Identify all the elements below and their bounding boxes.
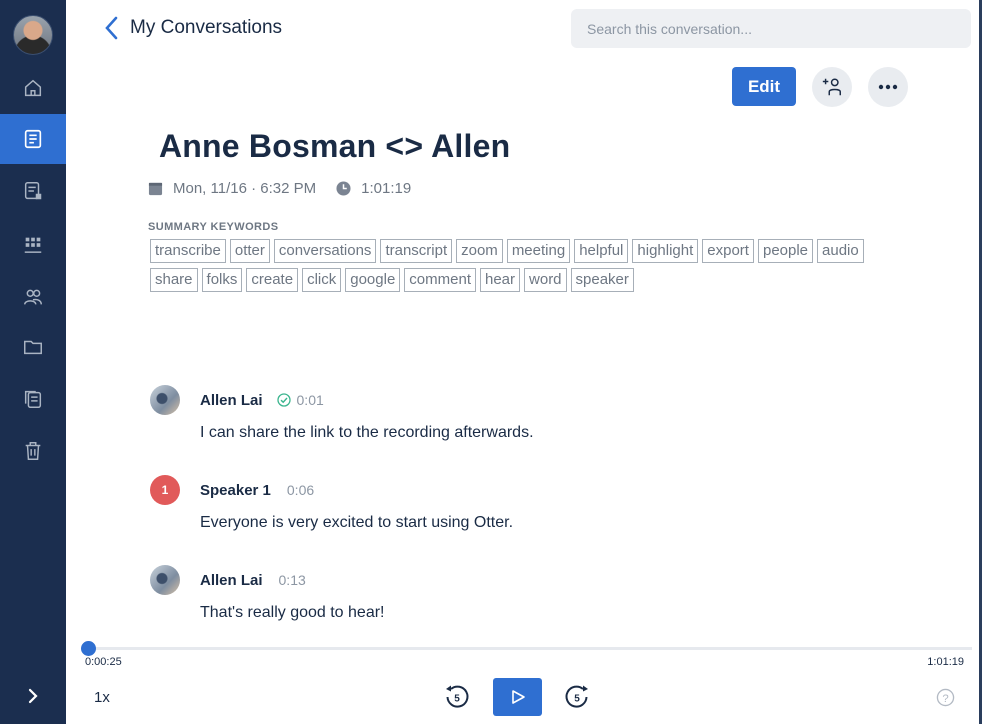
keyword-tag[interactable]: people bbox=[757, 239, 814, 263]
keyword-tag[interactable]: folks bbox=[201, 268, 243, 292]
keyword-tag[interactable]: create bbox=[246, 268, 299, 292]
keyword-tag[interactable]: google bbox=[345, 268, 401, 292]
groups-icon bbox=[24, 289, 42, 305]
keyword-tag[interactable]: speaker bbox=[570, 268, 634, 292]
conversations-icon bbox=[24, 129, 42, 149]
progress-handle[interactable] bbox=[81, 641, 97, 656]
sidebar-item-shared[interactable] bbox=[0, 374, 66, 424]
sidebar-item-trash[interactable] bbox=[0, 426, 66, 476]
forward-seconds: 5 bbox=[574, 694, 580, 705]
chevron-left-icon bbox=[105, 16, 118, 40]
keyword-tag[interactable]: transcript bbox=[380, 239, 453, 263]
sidebar-item-groups[interactable] bbox=[0, 272, 66, 322]
keyword-tag[interactable]: export bbox=[702, 239, 754, 263]
playback-speed-button[interactable]: 1x bbox=[94, 689, 110, 706]
edit-button[interactable]: Edit bbox=[732, 67, 796, 106]
paragraph-header: Allen Lai 0:01 bbox=[150, 385, 930, 415]
keyword-tag[interactable]: comment bbox=[404, 268, 476, 292]
keyword-tag[interactable]: conversations bbox=[273, 239, 377, 263]
sidebar-item-folders[interactable] bbox=[0, 322, 66, 372]
sidebar-expand-button[interactable] bbox=[0, 674, 66, 718]
keyword-tag[interactable]: audio bbox=[817, 239, 864, 263]
play-button[interactable] bbox=[493, 678, 542, 716]
paragraph-timestamp[interactable]: 0:06 bbox=[287, 482, 314, 498]
keyword-tag[interactable]: word bbox=[524, 268, 567, 292]
keyword-tag[interactable]: zoom bbox=[456, 239, 503, 263]
current-time: 0:00:25 bbox=[85, 656, 122, 668]
keyword-tag[interactable]: otter bbox=[229, 239, 270, 263]
keyword-tag[interactable]: transcribe bbox=[150, 239, 226, 263]
speaker-avatar[interactable] bbox=[150, 565, 180, 595]
rewind-5-icon[interactable]: 5 bbox=[444, 684, 470, 710]
keyword-tag[interactable]: click bbox=[302, 268, 342, 292]
help-icon[interactable]: ? bbox=[936, 688, 955, 707]
rewind-seconds: 5 bbox=[454, 694, 460, 705]
trash-icon bbox=[25, 442, 41, 460]
total-time: 1:01:19 bbox=[927, 656, 964, 668]
chevron-right-icon bbox=[28, 688, 38, 704]
add-person-icon bbox=[822, 78, 841, 96]
speaker-name[interactable]: Allen Lai bbox=[200, 392, 263, 409]
paragraph-header: Allen Lai 0:13 bbox=[150, 565, 930, 595]
keyword-tag[interactable]: hear bbox=[479, 268, 521, 292]
forward-5-icon[interactable]: 5 bbox=[564, 684, 590, 710]
apps-icon bbox=[24, 237, 42, 253]
paragraph-timestamp[interactable]: 0:01 bbox=[297, 392, 324, 408]
user-avatar[interactable] bbox=[13, 15, 53, 55]
sidebar-item-conversations[interactable] bbox=[0, 114, 66, 164]
paragraph-timestamp[interactable]: 0:13 bbox=[279, 572, 306, 588]
back-to-conversations[interactable]: My Conversations bbox=[104, 14, 282, 42]
calendar-icon bbox=[148, 182, 163, 196]
keyword-tag[interactable]: share bbox=[150, 268, 198, 292]
search-input[interactable] bbox=[571, 9, 971, 48]
my-notes-icon bbox=[24, 182, 42, 200]
paragraph-header: 1 Speaker 1 0:06 bbox=[150, 475, 930, 505]
clock-icon bbox=[336, 181, 351, 196]
svg-text:?: ? bbox=[942, 693, 948, 705]
summary-keywords-heading: SUMMARY KEYWORDS bbox=[148, 221, 279, 233]
folder-icon bbox=[24, 340, 42, 355]
paragraph-text[interactable]: That's really good to hear! bbox=[200, 604, 930, 622]
speaker-name[interactable]: Allen Lai bbox=[200, 572, 263, 589]
home-icon bbox=[24, 79, 42, 97]
conversation-duration: 1:01:19 bbox=[361, 180, 412, 197]
paragraph-text[interactable]: I can share the link to the recording af… bbox=[200, 424, 930, 442]
play-icon bbox=[511, 690, 525, 704]
summary-keywords: transcribe otter conversations transcript zo… bbox=[150, 239, 910, 292]
speaker-avatar[interactable] bbox=[150, 385, 180, 415]
conversation-date: Mon, 11/16 · 6:32 PM bbox=[173, 180, 317, 197]
sidebar-item-my-notes[interactable] bbox=[0, 166, 66, 216]
keyword-tag[interactable]: highlight bbox=[632, 239, 699, 263]
transcript-paragraph[interactable]: Allen Lai 0:01 I can share the link to the… bbox=[150, 385, 930, 442]
conversation-title: Anne Bosman <> Allen bbox=[159, 128, 511, 164]
keyword-tag[interactable]: helpful bbox=[574, 239, 629, 263]
add-collaborator-button[interactable] bbox=[812, 67, 852, 107]
more-options-button[interactable] bbox=[868, 67, 908, 107]
transcript-paragraph[interactable]: 1 Speaker 1 0:06 Everyone is very excited t… bbox=[150, 475, 930, 532]
sidebar bbox=[0, 0, 66, 724]
progress-bar[interactable] bbox=[82, 647, 972, 650]
sidebar-item-apps[interactable] bbox=[0, 220, 66, 270]
back-label: My Conversations bbox=[130, 17, 283, 38]
sidebar-item-home[interactable] bbox=[0, 63, 66, 113]
speaker-number-badge[interactable]: 1 bbox=[150, 475, 180, 505]
speaker-name[interactable]: Speaker 1 bbox=[200, 482, 271, 499]
verified-check-icon bbox=[276, 393, 291, 407]
keyword-tag[interactable]: meeting bbox=[506, 239, 571, 263]
more-horizontal-icon bbox=[878, 84, 898, 90]
transcript-paragraph[interactable]: Allen Lai 0:13 That's really good to hear! bbox=[150, 565, 930, 622]
conversation-meta: Mon, 11/16 · 6:32 PM 1:01:19 bbox=[148, 180, 411, 197]
paragraph-text[interactable]: Everyone is very excited to start using … bbox=[200, 514, 930, 532]
shared-icon bbox=[24, 390, 42, 408]
